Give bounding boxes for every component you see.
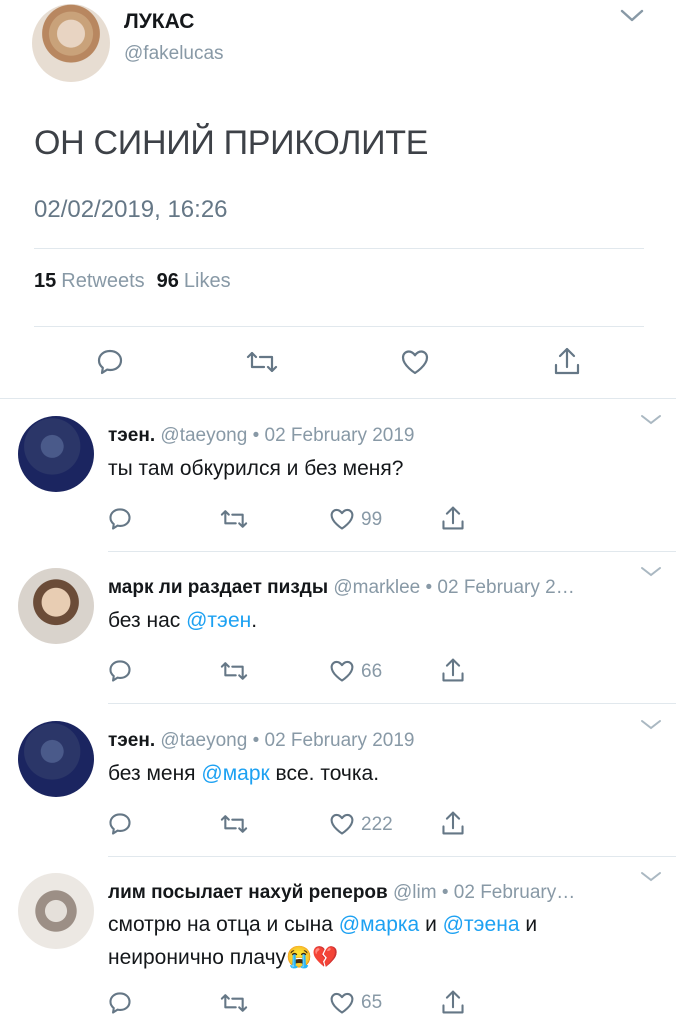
- like-count[interactable]: 99: [361, 509, 382, 531]
- reply-icon[interactable]: [107, 658, 133, 684]
- divider: [34, 248, 644, 249]
- like-count[interactable]: 66: [361, 661, 382, 683]
- retweets-label[interactable]: Retweets: [61, 270, 144, 292]
- reply-text: без меня @марк все. точка.: [108, 757, 638, 790]
- likes-label[interactable]: Likes: [184, 270, 231, 292]
- reply-icon[interactable]: [107, 811, 133, 837]
- divider: [34, 326, 644, 327]
- reply-icon[interactable]: [107, 506, 133, 532]
- text-segment: все. точка.: [269, 762, 380, 785]
- user-handle[interactable]: @fakelucas: [124, 43, 224, 65]
- reply-text: без нас @тэен.: [108, 604, 638, 637]
- share-icon[interactable]: [440, 504, 466, 530]
- divider: [108, 551, 676, 552]
- divider: [0, 398, 676, 399]
- heart-icon[interactable]: [329, 506, 355, 532]
- chevron-down-icon[interactable]: [640, 871, 661, 885]
- reply-header: лим посылает нахуй реперов @lim • 02 Feb…: [108, 882, 638, 904]
- retweet-icon[interactable]: [246, 347, 278, 377]
- handle-and-date: @taeyong • 02 February 2019: [160, 730, 415, 751]
- retweet-icon[interactable]: [220, 658, 248, 684]
- avatar[interactable]: [18, 873, 94, 949]
- like-count[interactable]: 222: [361, 814, 393, 836]
- share-icon[interactable]: [440, 656, 466, 682]
- display-name[interactable]: тэен.: [108, 425, 155, 446]
- like-count[interactable]: 65: [361, 992, 382, 1014]
- likes-count[interactable]: 96: [157, 270, 179, 292]
- avatar[interactable]: [18, 721, 94, 797]
- display-name[interactable]: лим посылает нахуй реперов: [108, 882, 388, 903]
- text-segment: смотрю на отца и сына: [108, 913, 339, 936]
- display-name[interactable]: ЛУКАС: [124, 10, 194, 34]
- avatar[interactable]: [32, 4, 110, 82]
- tweet-timestamp: 02/02/2019, 16:26: [34, 196, 228, 223]
- handle-and-date: @lim • 02 February…: [393, 882, 576, 903]
- avatar[interactable]: [18, 416, 94, 492]
- mention-link[interactable]: @тэена: [443, 913, 520, 936]
- handle-and-date: @marklee • 02 February 2…: [333, 577, 575, 598]
- share-icon[interactable]: [440, 809, 466, 835]
- chevron-down-icon[interactable]: [620, 8, 644, 30]
- retweet-icon[interactable]: [220, 990, 248, 1016]
- mention-link[interactable]: @марк: [201, 762, 269, 785]
- heart-icon[interactable]: [329, 658, 355, 684]
- handle-and-date: @taeyong • 02 February 2019: [160, 425, 415, 446]
- avatar[interactable]: [18, 568, 94, 644]
- reply-icon[interactable]: [107, 990, 133, 1016]
- text-segment: .: [251, 609, 258, 632]
- display-name[interactable]: марк ли раздает пизды: [108, 577, 328, 598]
- tweet-text: ОН СИНИЙ ПРИКОЛИТЕ: [34, 124, 429, 162]
- mention-link[interactable]: @марка: [339, 913, 419, 936]
- text-segment: без нас: [108, 609, 187, 632]
- share-icon[interactable]: [552, 345, 582, 375]
- divider: [108, 703, 676, 704]
- reply-icon[interactable]: [95, 347, 125, 377]
- reply-header: тэен. @taeyong • 02 February 2019: [108, 730, 638, 752]
- tweet-stats: 15 Retweets 96 Likes: [34, 270, 243, 293]
- chevron-down-icon[interactable]: [640, 566, 661, 580]
- retweets-count[interactable]: 15: [34, 270, 56, 292]
- retweet-icon[interactable]: [220, 506, 248, 532]
- heart-icon[interactable]: [400, 347, 430, 377]
- heart-icon[interactable]: [329, 990, 355, 1016]
- emoji: 😭💔: [286, 946, 339, 969]
- text-segment: и: [419, 913, 443, 936]
- reply-text: ты там обкурился и без меня?: [108, 457, 404, 480]
- retweet-icon[interactable]: [220, 811, 248, 837]
- mention-link[interactable]: @тэен: [186, 609, 251, 632]
- reply-header: марк ли раздает пизды @marklee • 02 Febr…: [108, 577, 638, 599]
- display-name[interactable]: тэен.: [108, 730, 155, 751]
- share-icon[interactable]: [440, 988, 466, 1014]
- reply-header: тэен. @taeyong • 02 February 2019: [108, 425, 638, 447]
- divider: [108, 856, 676, 857]
- text-segment: без меня: [108, 762, 202, 785]
- heart-icon[interactable]: [329, 811, 355, 837]
- chevron-down-icon[interactable]: [640, 414, 661, 428]
- reply-text: смотрю на отца и сына @марка и @тэена и …: [108, 908, 638, 974]
- chevron-down-icon[interactable]: [640, 719, 661, 733]
